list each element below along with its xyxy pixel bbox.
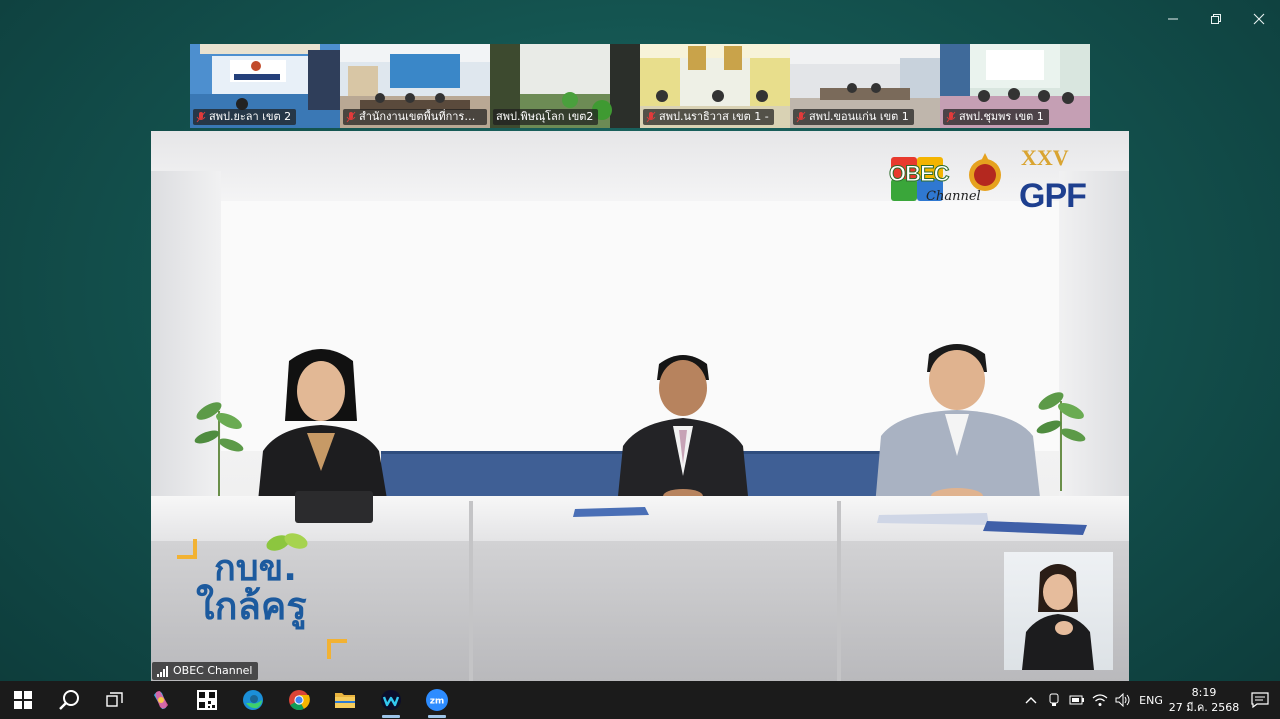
task-view-button[interactable] xyxy=(92,681,138,719)
guest-right xyxy=(875,344,1041,506)
wifi-icon xyxy=(1092,694,1107,706)
mic-muted-icon xyxy=(646,111,656,123)
clock-date: 27 มี.ค. 2568 xyxy=(1168,701,1240,714)
close-button[interactable] xyxy=(1237,0,1280,38)
chrome-icon xyxy=(289,690,310,711)
chevron-up-icon xyxy=(1025,697,1036,704)
plant-icon xyxy=(194,402,244,501)
participant-name-tag: สพป.ชุมพร เขต 1 xyxy=(943,109,1049,125)
interpreter-video xyxy=(1022,564,1094,670)
close-icon xyxy=(1253,13,1264,25)
program-title-line1: กบข. xyxy=(214,548,297,589)
minimize-icon xyxy=(1167,18,1178,20)
obec-logo-text: OBEC xyxy=(889,161,951,187)
start-button[interactable] xyxy=(0,681,46,719)
usb-device-icon xyxy=(1049,693,1058,706)
participant-tile[interactable]: สพป.ยะลา เขต 2 xyxy=(190,44,340,128)
leaf-icon xyxy=(266,533,308,551)
restore-icon xyxy=(1210,14,1221,24)
desk-seam xyxy=(469,501,473,681)
corner-bracket-icon xyxy=(177,539,197,559)
participant-tile[interactable]: สพป.พิษณุโลก เขต2 xyxy=(490,44,640,128)
taskbar: zm ENG 8:19 27 มี.ค. 2568 xyxy=(0,681,1280,719)
clock-time: 8:19 xyxy=(1191,686,1217,699)
network-button[interactable] xyxy=(1088,681,1111,719)
search-icon xyxy=(59,690,79,710)
document-icon xyxy=(877,513,1087,535)
volume-button[interactable] xyxy=(1111,681,1134,719)
edge-icon xyxy=(243,690,263,710)
participant-name-tag: สพป.ยะลา เขต 2 xyxy=(193,109,297,125)
gpf-anniversary-text: XXV xyxy=(1021,145,1069,170)
main-video[interactable]: OBEC Channel XXV GPF กบข. ใกล้ครู OBEC C… xyxy=(151,131,1129,681)
svg-text:zm: zm xyxy=(430,697,445,707)
guest-center xyxy=(617,355,749,506)
zoom-button[interactable]: zm xyxy=(414,681,460,719)
mic-muted-icon xyxy=(346,111,356,123)
tray-app-button[interactable] xyxy=(1042,681,1065,719)
participant-name: สพป.ขอนแก่น เขต 1 xyxy=(809,110,909,123)
participant-tile[interactable]: สพป.นราธิวาส เขต 1 - xyxy=(640,44,790,128)
corner-bracket-icon xyxy=(327,639,347,659)
show-hidden-icons-button[interactable] xyxy=(1019,681,1042,719)
participant-name: สพป.ยะลา เขต 2 xyxy=(209,110,292,123)
webex-button[interactable] xyxy=(368,681,414,719)
program-title: กบข. ใกล้ครู xyxy=(196,533,308,628)
participant-name-tag: สพป.นราธิวาส เขต 1 - xyxy=(643,109,774,125)
participant-tile[interactable]: สำนักงานเขตพื้นที่การศึก... xyxy=(340,44,490,128)
participant-strip: สพป.ยะลา เขต 2 สำนักงานเขตพื้นที่การศึก.… xyxy=(190,44,1090,128)
windows-start-icon xyxy=(14,691,32,709)
desk-seam xyxy=(837,501,841,681)
sign-language-interpreter-inset xyxy=(1004,552,1113,670)
system-tray: ENG 8:19 27 มี.ค. 2568 xyxy=(1019,681,1280,719)
edge-button[interactable] xyxy=(230,681,276,719)
signal-strength-icon xyxy=(157,665,168,677)
file-explorer-icon xyxy=(335,693,355,708)
clock[interactable]: 8:19 27 มี.ค. 2568 xyxy=(1168,685,1240,715)
channel-tag: OBEC Channel xyxy=(152,662,258,680)
tablet-icon xyxy=(295,491,373,523)
qr-app-button[interactable] xyxy=(184,681,230,719)
speaker-icon xyxy=(1115,693,1129,707)
task-view-icon xyxy=(106,692,123,707)
participant-name: สำนักงานเขตพื้นที่การศึก... xyxy=(359,110,482,123)
channel-label: OBEC Channel xyxy=(173,664,253,677)
file-explorer-button[interactable] xyxy=(322,681,368,719)
chrome-button[interactable] xyxy=(276,681,322,719)
webex-icon xyxy=(381,690,401,710)
restore-button[interactable] xyxy=(1194,0,1237,38)
mic-muted-icon xyxy=(796,111,806,123)
notifications-button[interactable] xyxy=(1240,681,1280,719)
participant-tile[interactable]: สพป.ขอนแก่น เขต 1 xyxy=(790,44,940,128)
window-controls xyxy=(1151,0,1280,38)
participant-tile[interactable]: สพป.ชุมพร เขต 1 xyxy=(940,44,1090,128)
participant-name: สพป.ชุมพร เขต 1 xyxy=(959,110,1044,123)
gpf-logo-text: GPF xyxy=(1019,177,1087,215)
participant-name-tag: สพป.ขอนแก่น เขต 1 xyxy=(793,109,914,125)
program-title-line2: ใกล้ครู xyxy=(196,584,307,628)
document-icon xyxy=(573,507,649,517)
mic-muted-icon xyxy=(946,111,956,123)
participant-name: สพป.นราธิวาส เขต 1 - xyxy=(659,110,769,123)
search-button[interactable] xyxy=(46,681,92,719)
battery-icon xyxy=(1069,695,1084,705)
participant-name-tag: สำนักงานเขตพื้นที่การศึก... xyxy=(343,109,487,125)
notification-icon xyxy=(1251,692,1269,708)
host-woman xyxy=(257,349,389,511)
input-language[interactable]: ENG xyxy=(1134,694,1168,707)
participant-name-tag: สพป.พิษณุโลก เขต2 xyxy=(493,109,599,125)
copilot-button[interactable] xyxy=(138,681,184,719)
copilot-icon xyxy=(154,691,168,709)
battery-button[interactable] xyxy=(1065,681,1088,719)
zoom-icon: zm xyxy=(426,689,448,711)
obec-logo-subtext: Channel xyxy=(926,189,981,204)
participant-name: สพป.พิษณุโลก เขต2 xyxy=(496,110,594,123)
qr-app-icon xyxy=(197,690,217,710)
minimize-button[interactable] xyxy=(1151,0,1194,38)
mic-muted-icon xyxy=(196,111,206,123)
